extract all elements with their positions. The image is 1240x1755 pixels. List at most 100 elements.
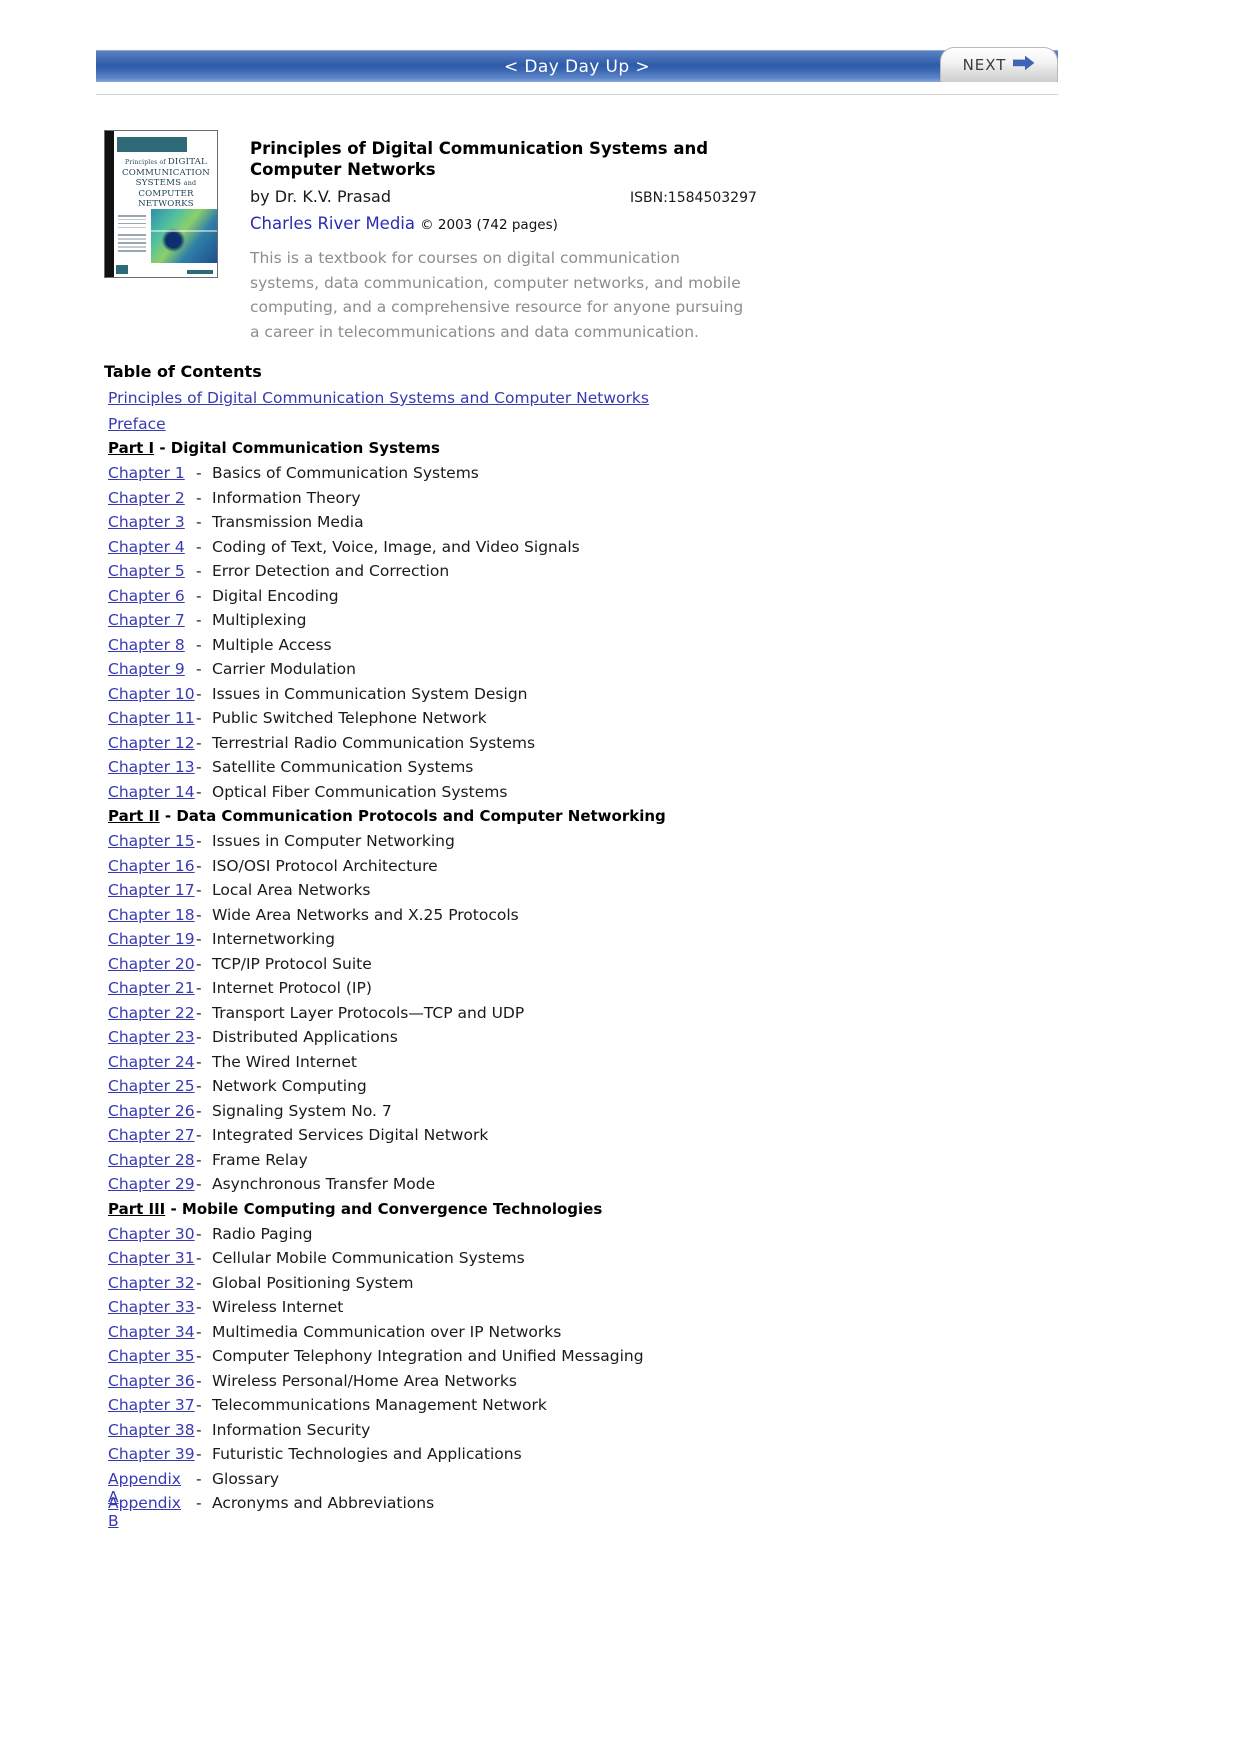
book-byline-row: by Dr. K.V. Prasad ISBN:1584503297 [250,186,804,209]
cover-logo-mark [116,265,128,274]
toc-chapter-link[interactable]: Chapter 20 [108,955,195,973]
toc-chapter-link[interactable]: Chapter 13 [108,758,195,776]
toc-dash: - [196,733,202,752]
toc-chapter-link[interactable]: Chapter 4 [108,538,185,556]
toc-chapter-link[interactable]: Appendix B [108,1494,181,1530]
toc-chapter-row: Chapter 7- Multiplexing [104,611,1104,636]
toc-chapter-title: Acronyms and Abbreviations [212,1494,435,1512]
cover-footer-bar [187,270,213,274]
toc-chapter-link[interactable]: Chapter 33 [108,1298,195,1316]
toc-chapter-number-cell: Chapter 34 [108,1323,196,1341]
toc-link-book-title[interactable]: Principles of Digital Communication Syst… [108,389,649,407]
toc-chapter-title: Issues in Communication System Design [212,684,528,703]
toc-part-label: Part I [108,439,155,457]
toc-chapter-link[interactable]: Chapter 16 [108,857,195,875]
toc-chapter-link[interactable]: Chapter 6 [108,587,185,605]
toc-chapter-title: Internetworking [212,930,336,948]
toc-chapter-link[interactable]: Chapter 5 [108,562,185,580]
cover-top-band [117,137,187,152]
toc-dash: - [196,1028,202,1046]
toc-chapter-link[interactable]: Chapter 26 [108,1102,195,1120]
toc-chapter-number-cell: Chapter 17 [108,881,196,899]
toc-chapter-row: Chapter 20- TCP/IP Protocol Suite [104,955,1104,980]
toc-chapter-link[interactable]: Chapter 11 [108,709,195,727]
toc-chapter-row: Chapter 39- Futuristic Technologies and A… [104,1445,1104,1470]
toc-chapter-row: Chapter 17- Local Area Networks [104,881,1104,906]
book-isbn: ISBN:1584503297 [630,190,757,206]
toc-dash: - [196,881,202,899]
toc-chapter-number-cell: Chapter 6 [108,587,196,605]
toc-chapter-link[interactable]: Chapter 37 [108,1396,195,1414]
toc-chapter-title: Information Theory [212,488,361,507]
toc-chapter-row: Chapter 12- Terrestrial Radio Communicati… [104,734,1104,759]
toc-chapter-link[interactable]: Chapter 9 [108,660,185,678]
toc-chapter-link[interactable]: Chapter 34 [108,1323,195,1341]
book-publisher-link[interactable]: Charles River Media [250,214,415,233]
toc-dash: - [196,1077,202,1095]
toc-chapter-row: Chapter 25- Network Computing [104,1077,1104,1102]
toc-chapter-title: Asynchronous Transfer Mode [212,1175,436,1193]
book-cover-thumbnail[interactable]: Principles of DIGITAL COMMUNICATION SYST… [104,130,218,278]
toc-chapter-title: Information Security [212,1420,371,1439]
toc-chapter-row: Chapter 13- Satellite Communication Syste… [104,758,1104,783]
toc-chapter-link[interactable]: Chapter 12 [108,734,195,752]
toc-chapter-number-cell: Chapter 4 [108,538,196,556]
toc-chapter-number-cell: Chapter 31 [108,1249,196,1267]
toc-chapter-link[interactable]: Chapter 3 [108,513,185,531]
cover-spine [105,131,114,277]
toc-chapter-link[interactable]: Chapter 17 [108,881,195,899]
toc-part-title: - Mobile Computing and Convergence Techn… [165,1199,603,1218]
book-publisher-row: Charles River Media © 2003 (742 pages) [250,211,804,238]
toc-chapter-link[interactable]: Chapter 27 [108,1126,195,1144]
book-title: Principles of Digital Communication Syst… [250,139,709,179]
toc-chapter-link[interactable]: Chapter 35 [108,1347,195,1365]
toc-chapter-link[interactable]: Chapter 22 [108,1004,195,1022]
toc-chapter-link[interactable]: Chapter 7 [108,611,185,629]
toc-chapter-title: Telecommunications Management Network [212,1396,547,1414]
toc-chapter-link[interactable]: Chapter 31 [108,1249,195,1267]
toc-chapter-link[interactable]: Chapter 19 [108,930,195,948]
toc-chapter-link[interactable]: Chapter 2 [108,489,185,507]
toc-chapter-link[interactable]: Chapter 28 [108,1151,195,1169]
toc-chapter-link[interactable]: Chapter 32 [108,1274,195,1292]
toc-chapter-link[interactable]: Chapter 30 [108,1225,195,1243]
toc-chapter-link[interactable]: Chapter 24 [108,1053,195,1071]
toc-chapter-link[interactable]: Chapter 15 [108,832,195,850]
toc-chapter-link[interactable]: Chapter 36 [108,1372,195,1390]
toc-chapter-link[interactable]: Chapter 38 [108,1421,195,1439]
toc-chapter-row: Chapter 31- Cellular Mobile Communication… [104,1249,1104,1274]
list-item: Preface [104,414,1104,440]
toc-chapter-title: ISO/OSI Protocol Architecture [212,856,438,875]
toc-chapter-link[interactable]: Chapter 39 [108,1445,195,1463]
toc-dash: - [196,635,202,654]
toc-dash: - [196,586,202,605]
toc-chapter-link[interactable]: Chapter 8 [108,636,185,654]
toc-dash: - [196,660,202,678]
toc-link-preface[interactable]: Preface [108,415,166,433]
toc-chapter-row: Chapter 3- Transmission Media [104,513,1104,538]
toc-chapter-title: Wireless Internet [212,1298,344,1316]
toc-chapter-title: Public Switched Telephone Network [212,709,487,727]
toc-dash: - [196,954,202,973]
toc-chapter-link[interactable]: Chapter 10 [108,685,195,703]
next-button[interactable]: NEXT [940,47,1058,82]
toc-chapter-number-cell: Chapter 18 [108,906,196,924]
toc-chapter-link[interactable]: Chapter 1 [108,464,185,482]
day-day-up-link[interactable]: < Day Day Up > [96,51,1058,83]
toc-chapter-number-cell: Chapter 21 [108,979,196,997]
toc-chapter-title: Integrated Services Digital Network [212,1126,489,1144]
toc-chapter-link[interactable]: Chapter 29 [108,1175,195,1193]
toc-chapter-link[interactable]: Chapter 25 [108,1077,195,1095]
toc-chapter-link[interactable]: Chapter 14 [108,783,195,801]
toc-dash: - [196,513,202,531]
toc-chapter-link[interactable]: Chapter 23 [108,1028,195,1046]
cover-title-text: Principles of DIGITAL COMMUNICATION SYST… [122,157,210,210]
book-metadata: Principles of Digital Communication Syst… [250,130,804,344]
book-summary: Principles of DIGITAL COMMUNICATION SYST… [104,130,804,344]
toc-chapter-number-cell: Chapter 30 [108,1225,196,1243]
toc-chapter-link[interactable]: Chapter 21 [108,979,195,997]
toc-dash: - [196,464,202,482]
table-of-contents: Table of Contents Principles of Digital … [104,362,1104,1530]
toc-chapter-link[interactable]: Chapter 18 [108,906,195,924]
toc-entry-list: Part I - Digital Communication Systems Ch… [104,439,1104,1530]
